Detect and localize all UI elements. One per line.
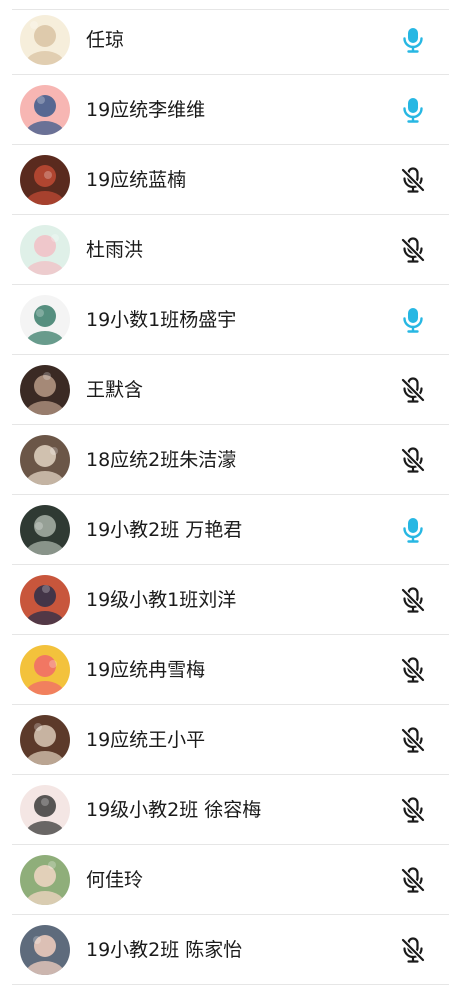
- list-item[interactable]: 19小数1班杨盛宇: [0, 285, 449, 355]
- list-item[interactable]: 19小教2班 万艳君: [0, 495, 449, 565]
- list-item[interactable]: 18应统2班朱洁濛: [0, 425, 449, 495]
- member-name: 19应统王小平: [86, 729, 206, 751]
- photo-avatar[interactable]: [20, 715, 70, 765]
- list-item[interactable]: 19级小教2班 徐容梅: [0, 775, 449, 845]
- member-name: 18应统2班朱洁濛: [86, 449, 237, 471]
- microphone-on-icon: [399, 96, 427, 124]
- list-item[interactable]: 19小教2班 陈家怡: [0, 915, 449, 985]
- list-item[interactable]: 19应统王小平: [0, 705, 449, 775]
- sheep-cartoon-avatar[interactable]: [20, 15, 70, 65]
- girl-cartoon-avatar[interactable]: [20, 785, 70, 835]
- list-item[interactable]: 王默含: [0, 355, 449, 425]
- member-name: 19小数1班杨盛宇: [86, 309, 237, 331]
- list-item[interactable]: 19级小教1班刘洋: [0, 565, 449, 635]
- baby-photo-avatar[interactable]: [20, 855, 70, 905]
- list-item[interactable]: 19应统冉雪梅: [0, 635, 449, 705]
- member-name: 任琼: [86, 29, 125, 51]
- pig-cartoon-avatar[interactable]: [20, 225, 70, 275]
- member-name: 杜雨洪: [86, 239, 144, 261]
- microphone-muted-icon: [399, 236, 427, 264]
- photo-avatar[interactable]: [20, 575, 70, 625]
- list-item[interactable]: 何佳玲: [0, 845, 449, 915]
- microphone-on-icon: [399, 306, 427, 334]
- microphone-muted-icon: [399, 376, 427, 404]
- microphone-on-icon: [399, 26, 427, 54]
- list-item[interactable]: 杜雨洪: [0, 215, 449, 285]
- boy-cartoon-avatar[interactable]: [20, 295, 70, 345]
- microphone-muted-icon: [399, 446, 427, 474]
- list-item[interactable]: 19应统蓝楠: [0, 145, 449, 215]
- microphone-on-icon: [399, 516, 427, 544]
- member-name: 19级小教1班刘洋: [86, 589, 237, 611]
- microphone-muted-icon: [399, 166, 427, 194]
- list-item[interactable]: 19应统李维维: [0, 75, 449, 145]
- list-item[interactable]: 任琼: [0, 5, 449, 75]
- microphone-muted-icon: [399, 866, 427, 894]
- photo-avatar[interactable]: [20, 505, 70, 555]
- photo-avatar[interactable]: [20, 365, 70, 415]
- member-name: 19应统冉雪梅: [86, 659, 206, 681]
- member-name: 19应统李维维: [86, 99, 206, 121]
- microphone-muted-icon: [399, 936, 427, 964]
- member-name: 19应统蓝楠: [86, 169, 187, 191]
- microphone-muted-icon: [399, 656, 427, 684]
- member-name: 19小教2班 万艳君: [86, 519, 243, 541]
- microphone-muted-icon: [399, 796, 427, 824]
- girl-cartoon-avatar[interactable]: [20, 645, 70, 695]
- dog-photo-avatar[interactable]: [20, 435, 70, 485]
- cartoon-character-avatar[interactable]: [20, 85, 70, 135]
- baby-photo-avatar[interactable]: [20, 925, 70, 975]
- member-name: 王默含: [86, 379, 144, 401]
- microphone-muted-icon: [399, 586, 427, 614]
- member-name: 何佳玲: [86, 869, 144, 891]
- member-name: 19级小教2班 徐容梅: [86, 799, 262, 821]
- member-list: 任琼 19应统李维维 19应统蓝楠 杜雨洪 19小数1班杨盛宇 王默含 18应统2班朱洁濛 1…: [0, 5, 449, 985]
- member-name: 19小教2班 陈家怡: [86, 939, 243, 961]
- photo-avatar[interactable]: [20, 155, 70, 205]
- microphone-muted-icon: [399, 726, 427, 754]
